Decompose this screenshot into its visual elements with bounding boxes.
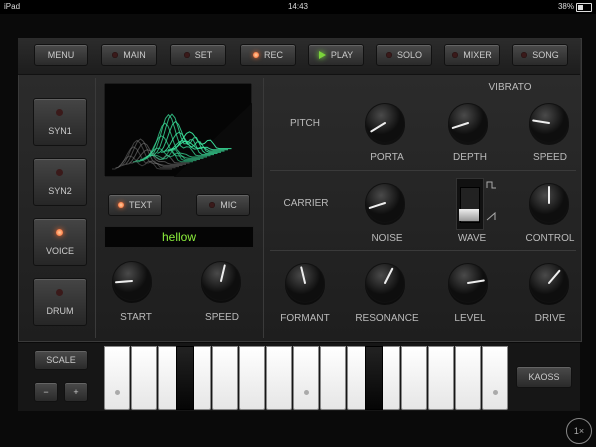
battery-percent: 38% [557, 2, 574, 11]
white-key[interactable] [482, 346, 508, 410]
white-key[interactable] [239, 346, 265, 410]
level-label: LEVEL [454, 313, 486, 324]
noise-knob[interactable] [362, 180, 408, 231]
scale-button[interactable]: SCALE [34, 350, 88, 370]
white-key[interactable] [131, 346, 157, 410]
formant-knob[interactable] [282, 260, 328, 311]
syn1-button[interactable]: SYN1 [33, 98, 87, 146]
white-key[interactable] [293, 346, 319, 410]
porta-knob[interactable] [362, 100, 408, 151]
voice-button[interactable]: VOICE [33, 218, 87, 266]
white-key[interactable] [428, 346, 454, 410]
porta-label: PORTA [370, 152, 404, 163]
led-icon [183, 52, 190, 58]
saw-wave-icon [486, 211, 496, 221]
led-icon [117, 202, 124, 208]
led-icon [56, 169, 63, 176]
divider [270, 170, 576, 171]
octave-marker-icon [493, 390, 498, 395]
square-wave-icon [486, 181, 496, 189]
formant-label: FORMANT [280, 313, 330, 324]
pitch-label: PITCH [290, 118, 320, 129]
clock: 14:43 [287, 2, 309, 11]
drive-knob[interactable] [526, 260, 572, 311]
divider [263, 78, 264, 338]
led-icon [56, 109, 63, 116]
status-bar: iPad 14:43 38% [0, 0, 596, 14]
main-button[interactable]: MAIN [101, 44, 157, 66]
kaoss-button[interactable]: KAOSS [516, 366, 572, 388]
spectrum-display [104, 83, 252, 177]
led-icon [521, 52, 528, 58]
noise-label: NOISE [371, 233, 403, 244]
octave-down-button[interactable]: − [34, 382, 58, 402]
control-label: CONTROL [525, 233, 575, 244]
song-button[interactable]: SONG [512, 44, 568, 66]
zoom-button[interactable]: 1× [566, 418, 592, 444]
led-icon [209, 202, 216, 208]
led-icon [385, 52, 392, 58]
vibrato-label: VIBRATO [488, 82, 532, 93]
carrier-label: CARRIER [283, 198, 329, 209]
black-key[interactable] [365, 346, 383, 410]
led-icon [56, 229, 63, 236]
vibrato-speed-label: SPEED [533, 152, 567, 163]
white-key[interactable] [320, 346, 346, 410]
menu-button[interactable]: MENU [34, 44, 88, 66]
text-button[interactable]: TEXT [108, 194, 162, 216]
wave-switch[interactable] [456, 178, 484, 230]
rec-button[interactable]: REC [240, 44, 296, 66]
wave-shape-icons [486, 181, 496, 221]
level-knob[interactable] [445, 260, 491, 311]
octave-marker-icon [115, 390, 120, 395]
resonance-label: RESONANCE [355, 313, 419, 324]
control-knob[interactable] [526, 180, 572, 231]
octave-marker-icon [304, 390, 309, 395]
switch-handle[interactable] [459, 209, 479, 221]
set-button[interactable]: SET [170, 44, 226, 66]
solo-button[interactable]: SOLO [376, 44, 432, 66]
voice-speed-label: SPEED [205, 312, 239, 323]
divider [95, 78, 96, 338]
play-button[interactable]: PLAY [308, 44, 364, 66]
voice-speed-knob[interactable] [198, 258, 244, 309]
led-icon [112, 52, 119, 58]
black-key[interactable] [176, 346, 194, 410]
play-icon [318, 51, 326, 59]
wave-label: WAVE [457, 233, 487, 244]
syn2-button[interactable]: SYN2 [33, 158, 87, 206]
resonance-knob[interactable] [362, 260, 408, 311]
divider [270, 250, 576, 251]
led-icon [56, 289, 63, 296]
depth-knob[interactable] [445, 100, 491, 151]
battery-icon [576, 3, 592, 12]
white-key[interactable] [455, 346, 481, 410]
white-key[interactable] [212, 346, 238, 410]
mixer-button[interactable]: MIXER [444, 44, 500, 66]
drive-label: DRIVE [534, 313, 566, 324]
drum-button[interactable]: DRUM [33, 278, 87, 326]
white-key[interactable] [266, 346, 292, 410]
start-knob[interactable] [109, 258, 155, 309]
mic-button[interactable]: MIC [196, 194, 250, 216]
depth-label: DEPTH [453, 152, 487, 163]
led-icon [252, 52, 259, 58]
white-key[interactable] [104, 346, 130, 410]
white-key[interactable] [401, 346, 427, 410]
text-display[interactable]: hellow [104, 226, 254, 248]
led-icon [452, 52, 459, 58]
start-label: START [120, 312, 152, 323]
vibrato-speed-knob[interactable] [526, 100, 572, 151]
octave-up-button[interactable]: + [64, 382, 88, 402]
